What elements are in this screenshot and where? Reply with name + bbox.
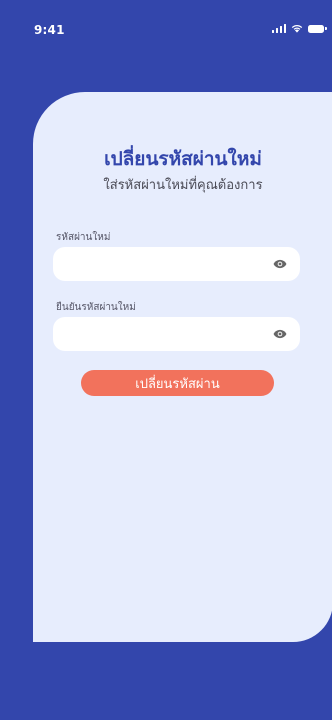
status-icons: [271, 24, 327, 33]
confirm-password-label: ยืนยันรหัสผ่านใหม่: [56, 302, 136, 313]
status-bar: 9:41: [0, 0, 332, 48]
wifi-icon: [291, 24, 303, 33]
page-title: เปลี่ยนรหัสผ่านใหม่: [104, 148, 262, 170]
new-password-input[interactable]: [65, 256, 266, 272]
new-password-field[interactable]: [53, 247, 300, 281]
status-time: 9:41: [34, 23, 65, 37]
signal-icon: [271, 24, 286, 33]
confirm-password-field[interactable]: [53, 317, 300, 351]
eye-icon[interactable]: [273, 327, 287, 341]
change-password-button[interactable]: เปลี่ยนรหัสผ่าน: [81, 370, 274, 396]
eye-icon[interactable]: [273, 257, 287, 271]
confirm-password-input[interactable]: [65, 326, 266, 342]
battery-icon: [308, 24, 327, 33]
change-password-card: เปลี่ยนรหัสผ่านใหม่ ใส่รหัสผ่านใหม่ที่คุ…: [33, 92, 332, 642]
new-password-label: รหัสผ่านใหม่: [56, 232, 111, 243]
page-subtitle: ใส่รหัสผ่านใหม่ที่คุณต้องการ: [103, 178, 263, 193]
